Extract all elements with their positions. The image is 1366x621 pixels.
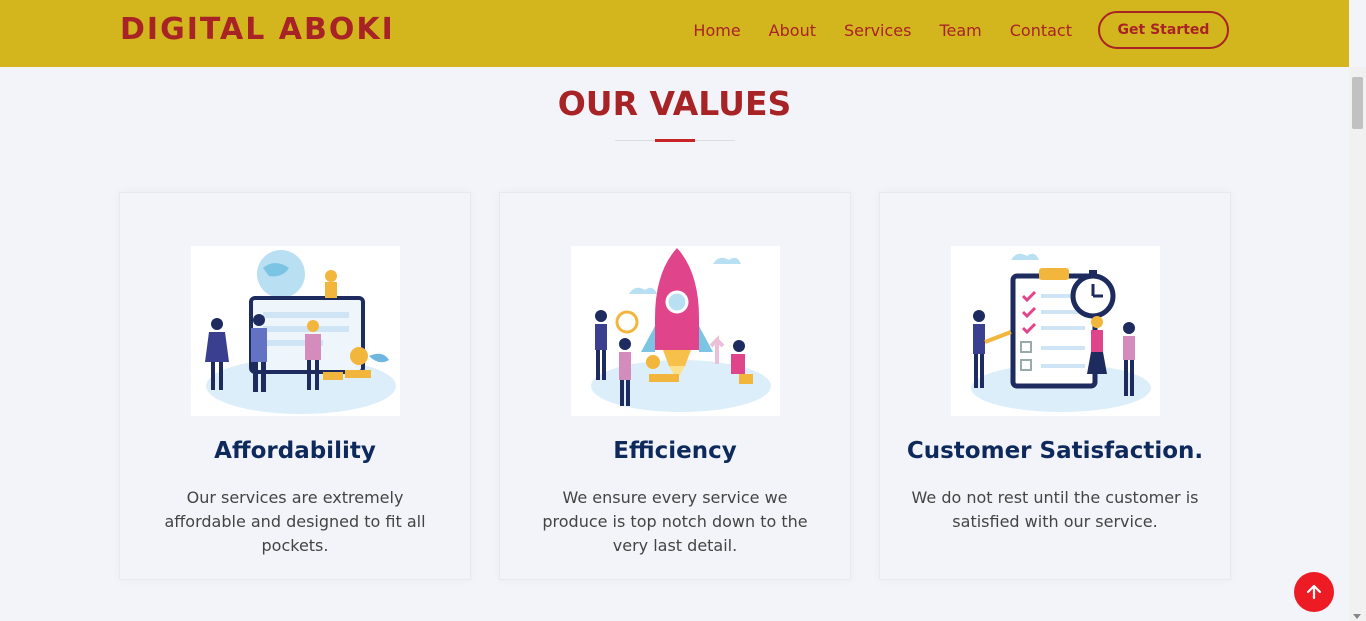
- nav-contact[interactable]: Contact: [1010, 21, 1072, 40]
- nav-home[interactable]: Home: [693, 21, 740, 40]
- page-scrollbar[interactable]: [1349, 67, 1366, 621]
- main-nav: Home About Services Team Contact Get Sta…: [693, 11, 1229, 49]
- brand-logo[interactable]: DIGITAL ABOKI: [120, 12, 395, 47]
- checklist-clock-illustration: [951, 246, 1160, 416]
- card-text: Our services are extremely affordable an…: [164, 488, 426, 555]
- card-title: Efficiency: [613, 438, 737, 464]
- get-started-button[interactable]: Get Started: [1098, 11, 1229, 49]
- value-card-efficiency: Efficiency We ensure every service we pr…: [499, 192, 851, 580]
- title-divider-accent: [655, 139, 695, 142]
- value-card-affordability: Affordability Our services are extremely…: [119, 192, 471, 580]
- site-header: DIGITAL ABOKI Home About Services Team C…: [0, 0, 1349, 67]
- back-to-top-button[interactable]: [1294, 572, 1334, 612]
- card-title: Customer Satisfaction.: [906, 438, 1204, 464]
- value-card-customer-satisfaction: Customer Satisfaction. We do not rest un…: [879, 192, 1231, 580]
- nav-services[interactable]: Services: [844, 21, 911, 40]
- arrow-up-icon: [1306, 584, 1322, 600]
- rocket-launch-illustration: [571, 246, 780, 416]
- nav-about[interactable]: About: [769, 21, 816, 40]
- card-title: Affordability: [214, 438, 376, 464]
- scroll-down-arrow-icon[interactable]: [1353, 614, 1361, 619]
- finance-team-illustration: [191, 246, 400, 416]
- card-text: We ensure every service we produce is to…: [542, 488, 808, 555]
- scrollbar-thumb[interactable]: [1352, 77, 1363, 129]
- nav-team[interactable]: Team: [939, 21, 981, 40]
- section-title: OUR VALUES: [557, 84, 792, 123]
- card-text: We do not rest until the customer is sat…: [911, 488, 1199, 531]
